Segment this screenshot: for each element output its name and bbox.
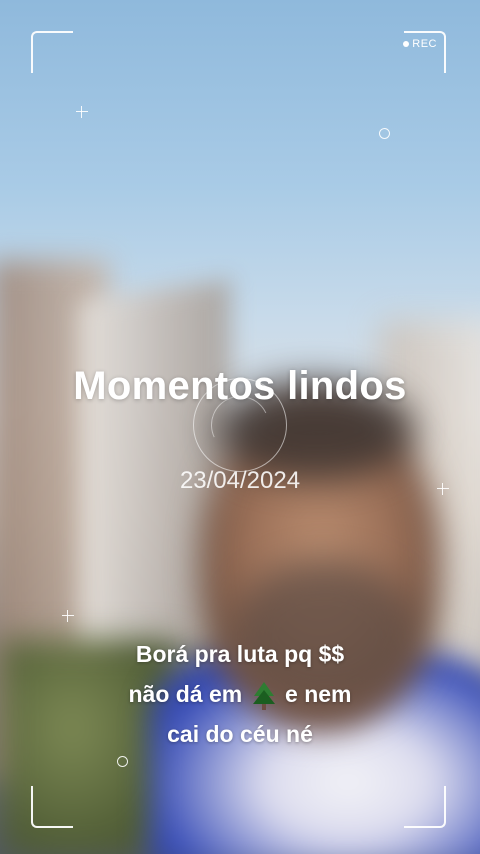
evergreen-tree-icon: [252, 681, 275, 710]
story-caption: Borá pra luta pq $$ não dá em e nem cai …: [40, 634, 440, 754]
caption-line-2: não dá em e nem: [40, 674, 440, 714]
circle-sparkle-icon: [117, 756, 128, 767]
caption-line-3: cai do céu né: [167, 721, 313, 747]
story-frame: REC Momentos lindos 23/04/2024 Borá pra …: [0, 0, 480, 854]
rec-indicator: REC: [403, 38, 437, 50]
viewfinder-corner-bottom-right: [404, 786, 446, 828]
viewfinder-corner-bottom-left: [31, 786, 73, 828]
caption-line-2-start: não dá em: [128, 681, 243, 707]
rec-dot-icon: [403, 41, 410, 47]
rec-label: REC: [412, 38, 437, 50]
viewfinder-corner-top-left: [31, 31, 73, 73]
story-title: Momentos lindos: [73, 364, 407, 408]
caption-line-1: Borá pra luta pq $$: [135, 641, 345, 667]
story-date: 23/04/2024: [179, 467, 301, 494]
plus-sparkle-icon: [76, 106, 88, 118]
circle-sparkle-icon: [379, 128, 390, 139]
caption-line-2-end: e nem: [285, 681, 352, 707]
plus-sparkle-icon: [62, 610, 74, 622]
